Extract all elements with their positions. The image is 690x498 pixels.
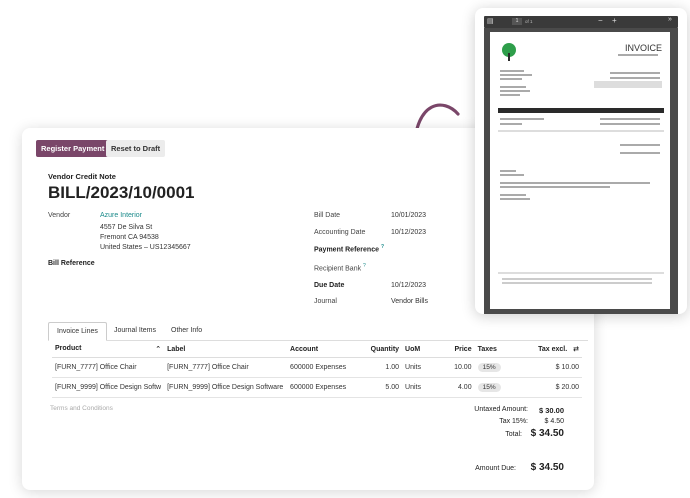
tax-badge: 15% bbox=[477, 363, 501, 372]
vendor-label: Vendor bbox=[48, 212, 71, 219]
row-price[interactable]: 4.00 bbox=[444, 377, 475, 398]
table-row[interactable]: [FURN_9999] Office Design Softw [FURN_99… bbox=[52, 377, 582, 398]
page-title: BILL/2023/10/0001 bbox=[48, 183, 195, 202]
zoom-out-icon[interactable]: − bbox=[598, 16, 603, 25]
tab-journal-items[interactable]: Journal Items bbox=[106, 322, 164, 339]
tab-invoice-lines[interactable]: Invoice Lines bbox=[48, 322, 107, 341]
reset-to-draft-button[interactable]: Reset to Draft bbox=[106, 140, 166, 157]
sort-up-icon[interactable]: ⌃ bbox=[155, 345, 161, 353]
payment-reference-label: Payment Reference ? bbox=[314, 244, 384, 253]
row-taxes[interactable]: 15% bbox=[474, 377, 520, 398]
invoice-lines-table: Product ⌃ Label Account Quantity UoM Pric… bbox=[52, 341, 582, 398]
row-uom[interactable]: Units bbox=[402, 377, 445, 398]
tree-logo-icon bbox=[502, 43, 516, 61]
total-value: $ 34.50 bbox=[530, 428, 564, 439]
recipient-bank-label: Recipient Bank ? bbox=[314, 263, 366, 272]
column-header-product[interactable]: Product ⌃ bbox=[52, 341, 165, 358]
column-header-taxes[interactable]: Taxes bbox=[474, 341, 520, 358]
bill-date-value[interactable]: 10/01/2023 bbox=[391, 212, 426, 219]
row-account[interactable]: 600000 Expenses bbox=[287, 377, 361, 398]
amount-due-value: $ 34.50 bbox=[530, 462, 564, 473]
column-header-price[interactable]: Price bbox=[444, 341, 475, 358]
amount-due-label: Amount Due: bbox=[475, 465, 516, 472]
vendor-street: 4557 De Silva St bbox=[100, 224, 153, 231]
vendor-name-link[interactable]: Azure Interior bbox=[100, 212, 142, 219]
row-label[interactable]: [FURN_7777] Office Chair bbox=[164, 357, 288, 378]
bill-reference-label: Bill Reference bbox=[48, 260, 95, 267]
register-payment-button[interactable]: Register Payment bbox=[36, 140, 110, 157]
pdf-page-input[interactable]: 1 bbox=[512, 18, 522, 25]
column-header-tax-excl[interactable]: Tax excl. ⇄ bbox=[519, 341, 582, 358]
column-settings-icon[interactable]: ⇄ bbox=[573, 346, 579, 353]
accounting-date-label: Accounting Date bbox=[314, 229, 366, 236]
untaxed-amount-label: Untaxed Amount: bbox=[474, 406, 528, 413]
accounting-date-value[interactable]: 10/12/2023 bbox=[391, 229, 426, 236]
due-date-value[interactable]: 10/12/2023 bbox=[391, 282, 426, 289]
table-row[interactable]: [FURN_7777] Office Chair [FURN_7777] Off… bbox=[52, 357, 582, 378]
row-tax-excl: $ 20.00 bbox=[519, 377, 582, 398]
invoice-pdf-preview: ▤ 1 of 1 − + » INVOICE bbox=[475, 8, 687, 314]
row-tax-excl: $ 10.00 bbox=[519, 357, 582, 378]
pdf-page-count: of 1 bbox=[525, 19, 533, 24]
column-header-quantity[interactable]: Quantity bbox=[360, 341, 403, 358]
zoom-in-icon[interactable]: + bbox=[612, 16, 617, 25]
document-type-label: Vendor Credit Note bbox=[48, 172, 116, 181]
tax-label: Tax 15%: bbox=[499, 418, 528, 425]
column-header-account[interactable]: Account bbox=[287, 341, 361, 358]
row-label[interactable]: [FURN_9999] Office Design Software bbox=[164, 377, 288, 398]
row-taxes[interactable]: 15% bbox=[474, 357, 520, 378]
help-icon[interactable]: ? bbox=[363, 263, 366, 269]
journal-label: Journal bbox=[314, 298, 337, 305]
row-quantity[interactable]: 1.00 bbox=[360, 357, 403, 378]
more-icon[interactable]: » bbox=[668, 16, 672, 23]
table-header-row: Product ⌃ Label Account Quantity UoM Pric… bbox=[52, 341, 582, 358]
total-label: Total: bbox=[505, 431, 522, 438]
sidebar-toggle-icon[interactable]: ▤ bbox=[487, 17, 494, 25]
help-icon[interactable]: ? bbox=[381, 244, 384, 250]
tab-other-info[interactable]: Other Info bbox=[163, 322, 210, 339]
bill-date-label: Bill Date bbox=[314, 212, 341, 219]
invoice-page: INVOICE bbox=[490, 32, 670, 309]
untaxed-amount-value: $ 30.00 bbox=[538, 406, 564, 415]
pdf-toolbar: ▤ 1 of 1 − + » bbox=[484, 16, 678, 28]
payment-reference-text: Payment Reference bbox=[314, 246, 379, 254]
terms-and-conditions-field[interactable]: Terms and Conditions bbox=[50, 405, 113, 412]
vendor-country-vat: United States – US12345667 bbox=[100, 244, 191, 251]
tax-value: $ 4.50 bbox=[544, 418, 564, 425]
column-header-uom[interactable]: UoM bbox=[402, 341, 445, 358]
tax-badge: 15% bbox=[477, 383, 501, 392]
row-uom[interactable]: Units bbox=[402, 357, 445, 378]
row-account[interactable]: 600000 Expenses bbox=[287, 357, 361, 378]
recipient-bank-text: Recipient Bank bbox=[314, 265, 362, 273]
row-quantity[interactable]: 5.00 bbox=[360, 377, 403, 398]
due-date-label: Due Date bbox=[314, 282, 345, 289]
row-price[interactable]: 10.00 bbox=[444, 357, 475, 378]
invoice-heading: INVOICE bbox=[624, 43, 662, 53]
journal-value[interactable]: Vendor Bills bbox=[391, 298, 428, 305]
product-header-text: Product bbox=[55, 345, 82, 352]
tax-excl-header-text: Tax excl. bbox=[538, 346, 568, 353]
row-product[interactable]: [FURN_9999] Office Design Softw bbox=[52, 377, 165, 398]
row-product[interactable]: [FURN_7777] Office Chair bbox=[52, 357, 165, 378]
vendor-city: Fremont CA 94538 bbox=[100, 234, 159, 241]
notebook-tabs: Invoice Lines Journal Items Other Info bbox=[48, 322, 588, 341]
column-header-label[interactable]: Label bbox=[164, 341, 288, 358]
